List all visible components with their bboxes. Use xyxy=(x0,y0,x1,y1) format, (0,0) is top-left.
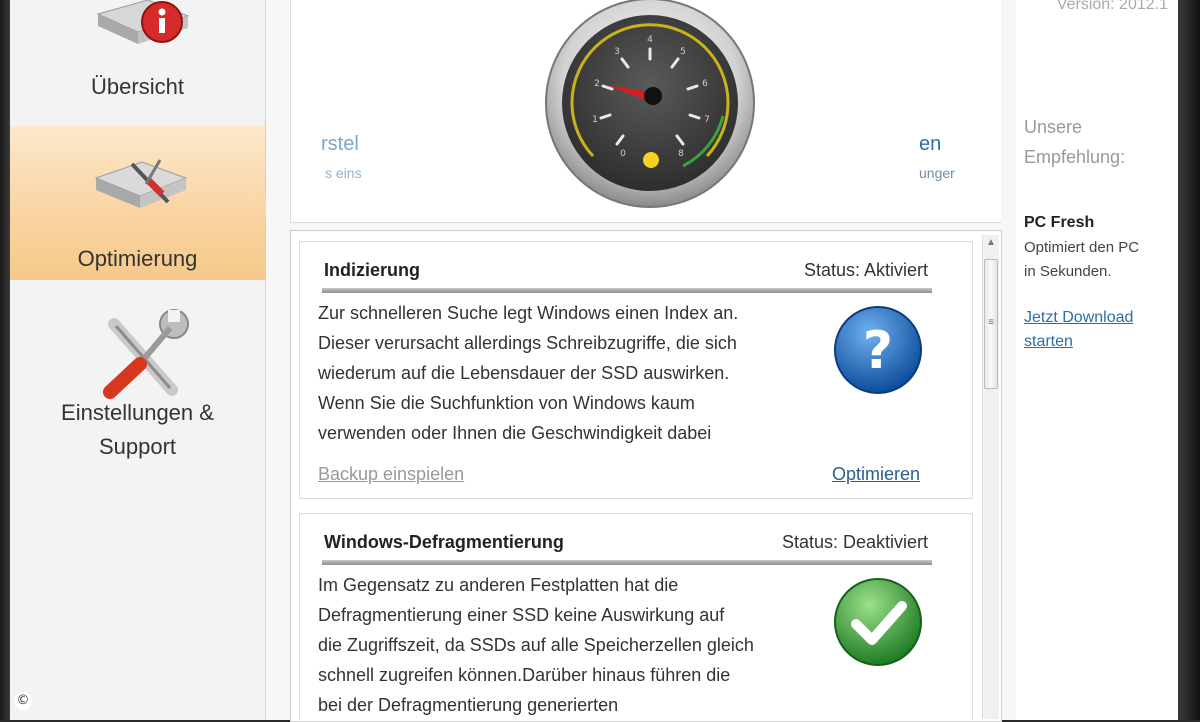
sidebar-item-label: Übersicht xyxy=(91,74,184,99)
vertical-scrollbar[interactable]: ▲ ≡ xyxy=(982,235,999,719)
sidebar-item-label: Support xyxy=(98,434,177,459)
product-desc-line: in Sekunden. xyxy=(1024,263,1112,280)
description-line: bei der Defragmentierung generierten xyxy=(318,695,619,715)
description-line: verwenden oder Ihnen die Geschwindigkeit… xyxy=(318,423,712,443)
description-line: Defragmentierung einer SSD keine Auswirk… xyxy=(318,605,725,625)
description-line: wiederum auf die Lebensdauer der SSD aus… xyxy=(318,363,730,383)
header-fragment: en xyxy=(919,133,942,155)
divider xyxy=(322,288,932,293)
gauge-tick-label: 3 xyxy=(614,47,620,57)
checkmark-icon[interactable] xyxy=(832,576,924,668)
setting-card-defragmentierung: Windows-Defragmentierung Status: Deaktiv… xyxy=(299,513,973,720)
card-title: Windows-Defragmentierung xyxy=(324,532,564,552)
copyright-badge: © xyxy=(14,692,32,710)
drive-info-icon xyxy=(96,0,190,44)
optimize-link[interactable]: Optimieren xyxy=(832,464,920,485)
recommend-line: Unsere xyxy=(1024,117,1083,137)
description-line: Dieser verursacht allerdings Schreibzugr… xyxy=(318,333,737,353)
recommend-line: Empfehlung: xyxy=(1024,147,1126,167)
header-fragment: rstel xyxy=(321,133,359,155)
download-link-line[interactable]: Jetzt Download xyxy=(1024,306,1133,330)
sidebar-item-optimierung[interactable]: Optimierung xyxy=(10,126,277,280)
gauge-tick-label: 6 xyxy=(702,79,708,89)
scrollbar-thumb[interactable]: ≡ xyxy=(984,259,998,389)
speed-gauge-icon: 0 1 2 3 4 5 6 7 8 xyxy=(545,0,755,208)
status-label: Status: Aktiviert xyxy=(803,260,928,280)
version-label: Version: 2012.1 xyxy=(1056,0,1168,13)
main-content: rstel s eins en unger 0 1 2 3 4 5 6 7 8 … xyxy=(266,0,1016,722)
grip-icon: ≡ xyxy=(988,317,994,328)
header-fragment: unger xyxy=(919,165,955,181)
gauge-tick-label: 0 xyxy=(620,149,626,159)
gauge-tick-label: 4 xyxy=(647,35,653,45)
download-link[interactable]: Jetzt Download starten xyxy=(1024,306,1133,354)
card-description: Zur schnelleren Suche legt Windows einen… xyxy=(318,298,818,448)
question-icon[interactable]: ? xyxy=(832,304,924,396)
description-line: Wenn Sie die Suchfunktion von Windows ka… xyxy=(318,393,695,413)
header-fragment: s eins xyxy=(325,165,362,181)
recommendation-panel: Version: 2012.1 Unsere Empfehlung: PC Fr… xyxy=(1016,0,1178,720)
gauge-tick-label: 2 xyxy=(594,79,600,89)
description-line: Zur schnelleren Suche legt Windows einen… xyxy=(318,303,739,323)
sidebar-item-einstellungen[interactable]: Einstellungen & Support xyxy=(10,300,265,470)
gauge-tick-label: 8 xyxy=(678,149,684,159)
gauge-tick-label: 1 xyxy=(592,115,598,125)
description-line: Im Gegensatz zu anderen Festplatten hat … xyxy=(318,575,679,595)
sidebar: Übersicht Optimierung Einstellungen & Su… xyxy=(10,0,277,720)
product-name: PC Fresh xyxy=(1024,214,1095,231)
scroll-up-arrow-icon[interactable]: ▲ xyxy=(985,237,997,249)
gauge-tick-label: 7 xyxy=(704,115,710,125)
recommend-heading: Unsere Empfehlung: xyxy=(1024,112,1125,172)
drive-tools-icon xyxy=(94,159,188,208)
divider xyxy=(322,560,932,565)
gauge-header: rstel s eins en unger 0 1 2 3 4 5 6 7 8 xyxy=(290,0,1001,223)
description-line: die Zugriffszeit, da SSDs auf alle Speic… xyxy=(318,635,754,655)
product-desc-line: Optimiert den PC xyxy=(1024,239,1140,256)
backup-link[interactable]: Backup einspielen xyxy=(318,464,464,485)
card-title: Indizierung xyxy=(324,260,420,280)
settings-list[interactable]: Indizierung Status: Aktiviert Zur schnel… xyxy=(290,230,1002,722)
setting-card-indizierung: Indizierung Status: Aktiviert Zur schnel… xyxy=(299,241,973,499)
product-description: Optimiert den PC in Sekunden. xyxy=(1024,236,1174,284)
gauge-tick-label: 5 xyxy=(680,47,686,57)
sidebar-item-label: Einstellungen & xyxy=(61,400,214,425)
card-description: Im Gegensatz zu anderen Festplatten hat … xyxy=(318,570,818,720)
sidebar-item-label: Optimierung xyxy=(77,246,198,271)
window-frame-right xyxy=(1178,0,1200,720)
svg-text:?: ? xyxy=(863,321,893,381)
download-link-line[interactable]: starten xyxy=(1024,330,1133,354)
description-line: schnell zugreifen können.Darüber hinaus … xyxy=(318,665,731,685)
status-label: Status: Deaktiviert xyxy=(781,532,928,552)
sidebar-item-uebersicht[interactable]: Übersicht xyxy=(10,0,265,120)
window-frame-left xyxy=(0,0,10,720)
wrench-screwdriver-icon xyxy=(103,309,189,399)
